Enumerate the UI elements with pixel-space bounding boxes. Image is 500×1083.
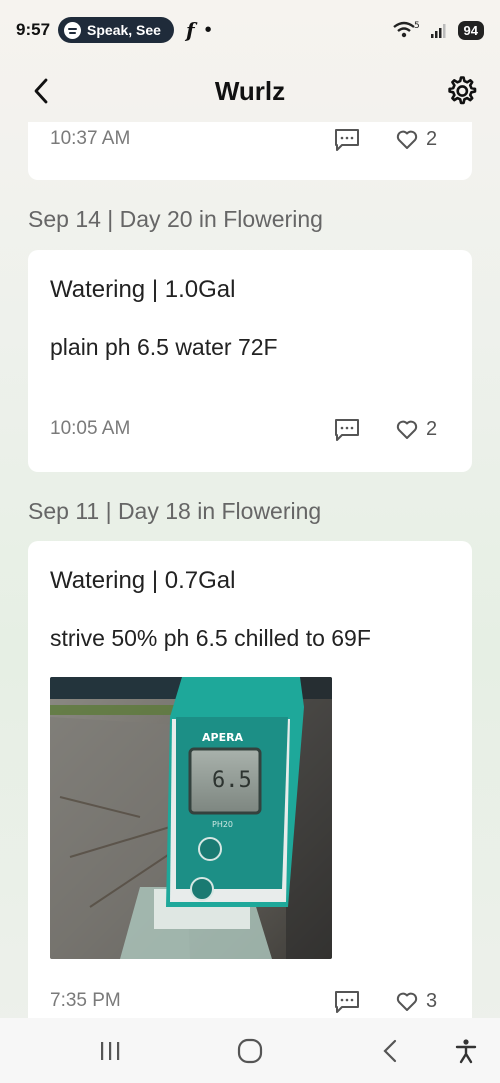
wifi-icon: 5 xyxy=(392,21,420,38)
entry-note: plain ph 6.5 water 72F xyxy=(50,334,278,360)
page-title: Wurlz xyxy=(214,75,286,106)
comment-icon[interactable] xyxy=(334,128,360,152)
heart-icon xyxy=(396,130,418,149)
signal-icon xyxy=(430,24,446,38)
entry-title: Watering | 0.7Gal xyxy=(50,567,236,594)
day-header: Sep 11 | Day 18 in Flowering xyxy=(28,498,322,524)
entry-photo[interactable]: APERA 6.5 PH20 xyxy=(50,677,332,959)
journal-card[interactable]: Watering | 0.7Gal strive 50% ph 6.5 chil… xyxy=(28,541,472,1018)
journal-card[interactable]: Watering | 1.0Gal plain ph 6.5 water 72F… xyxy=(28,250,472,472)
like-button[interactable]: 3 xyxy=(396,990,437,1013)
home-icon xyxy=(237,1038,263,1064)
meter-reading: 6.5 xyxy=(212,768,252,793)
status-bar: 9:57 Speak, See f • 5 94 xyxy=(0,0,500,60)
chevron-left-icon xyxy=(34,78,48,104)
heart-icon xyxy=(396,420,418,439)
comment-icon[interactable] xyxy=(334,990,360,1014)
media-notification-pill[interactable]: Speak, See xyxy=(58,17,175,43)
system-nav-bar xyxy=(0,1018,500,1083)
meter-model: PH20 xyxy=(212,820,233,829)
facebook-icon: f xyxy=(186,18,195,42)
home-button[interactable] xyxy=(232,1036,268,1066)
status-time: 9:57 xyxy=(16,20,51,39)
gear-icon xyxy=(448,76,477,105)
settings-button[interactable] xyxy=(442,72,480,110)
meter-brand: APERA xyxy=(202,731,244,744)
ph-meter-photo: APERA 6.5 PH20 xyxy=(50,677,332,959)
recent-apps-icon xyxy=(101,1042,120,1060)
comment-icon[interactable] xyxy=(334,418,360,442)
status-right: 5 94 xyxy=(392,20,484,40)
day-header: Sep 14 | Day 20 in Flowering xyxy=(28,206,323,232)
entry-time: 7:35 PM xyxy=(50,990,121,1011)
media-label: Speak, See xyxy=(87,22,161,38)
accessibility-button[interactable] xyxy=(448,1036,484,1066)
accessibility-icon xyxy=(455,1039,477,1064)
like-button[interactable]: 2 xyxy=(396,418,437,441)
system-back-button[interactable] xyxy=(372,1036,408,1066)
journal-feed[interactable]: 10:37 AM 2 Sep 14 | Day 20 in Flowering … xyxy=(0,122,500,1018)
spotify-icon xyxy=(64,21,82,39)
like-count: 2 xyxy=(426,128,438,150)
like-button[interactable]: 2 xyxy=(396,128,437,151)
battery-level: 94 xyxy=(457,20,484,40)
notification-dot-icon: • xyxy=(204,18,212,41)
back-icon xyxy=(383,1039,397,1063)
app-bar: Wurlz xyxy=(0,60,500,122)
back-button[interactable] xyxy=(24,74,58,108)
entry-time: 10:05 AM xyxy=(50,418,131,439)
like-count: 2 xyxy=(426,418,438,440)
network-type: 5 xyxy=(414,21,420,31)
entry-time: 10:37 AM xyxy=(50,128,131,149)
entry-title: Watering | 1.0Gal xyxy=(50,276,236,303)
like-count: 3 xyxy=(426,990,438,1012)
recent-apps-button[interactable] xyxy=(92,1036,128,1066)
entry-note: strive 50% ph 6.5 chilled to 69F xyxy=(50,625,371,651)
journal-card-partial[interactable]: 10:37 AM 2 xyxy=(28,122,472,180)
heart-icon xyxy=(396,992,418,1011)
